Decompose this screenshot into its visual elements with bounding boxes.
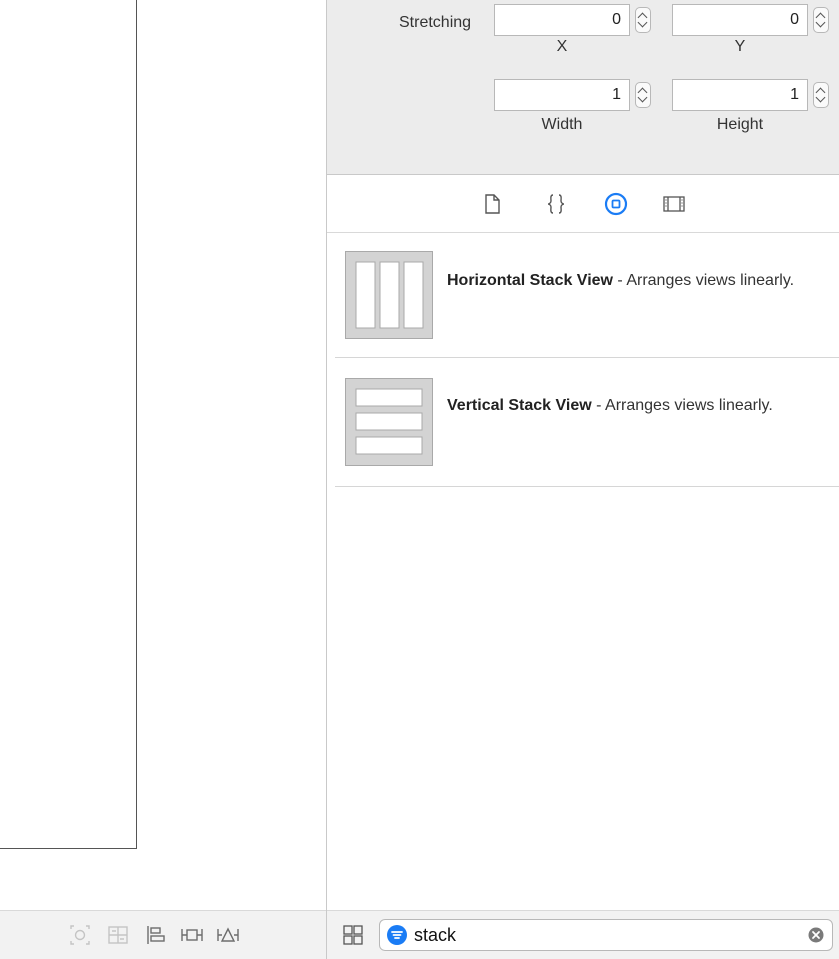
height-label: Height: [716, 116, 764, 133]
filter-input[interactable]: [414, 922, 784, 948]
canvas-toolbar: [0, 910, 326, 959]
stretch-y-stepper[interactable]: [813, 7, 829, 33]
media-library-tab[interactable]: [661, 191, 687, 217]
braces-icon: [547, 194, 565, 214]
grid-view-toggle[interactable]: [341, 923, 365, 947]
stretching-label: Stretching: [399, 14, 472, 31]
stretch-height-stepper[interactable]: [813, 82, 829, 108]
object-library-list: Horizontal Stack View - Arranges views l…: [327, 233, 839, 487]
grid-icon: [343, 925, 363, 945]
item-name: Horizontal Stack View: [447, 272, 613, 289]
stretch-width-stepper[interactable]: [635, 82, 651, 108]
width-label: Width: [541, 116, 583, 133]
embed-in-stack-icon[interactable]: [106, 923, 130, 947]
item-separator: -: [591, 397, 606, 414]
scene-frame[interactable]: [0, 0, 137, 849]
stretching-inspector: Stretching 0 X 0 Y 1 Width 1 Height: [327, 0, 839, 175]
stretch-y-field[interactable]: 0: [672, 4, 808, 36]
filter-search-box[interactable]: [379, 919, 833, 951]
resolve-issues-icon[interactable]: [216, 923, 240, 947]
horizontal-stack-view-icon: [345, 251, 433, 339]
item-name: Vertical Stack View: [447, 397, 592, 414]
item-description: Arranges views linearly.: [605, 397, 773, 414]
code-snippet-tab[interactable]: [543, 191, 569, 217]
list-item-vertical-stack-view[interactable]: Vertical Stack View - Arranges views lin…: [335, 358, 839, 487]
item-separator: -: [612, 272, 627, 289]
list-item-horizontal-stack-view[interactable]: Horizontal Stack View - Arranges views l…: [335, 233, 839, 358]
x-label: X: [556, 38, 568, 55]
list-item-text: Vertical Stack View - Arranges views lin…: [447, 394, 817, 418]
file-icon: [485, 194, 500, 214]
object-icon: [604, 192, 628, 216]
stretch-x-field[interactable]: 0: [494, 4, 630, 36]
item-description: Arranges views linearly.: [626, 272, 795, 289]
library-filter-bar: [327, 910, 839, 959]
canvas-area[interactable]: [0, 0, 326, 959]
add-constraints-icon[interactable]: [180, 923, 204, 947]
stretch-x-stepper[interactable]: [635, 7, 651, 33]
media-icon: [663, 196, 685, 212]
stretch-width-field[interactable]: 1: [494, 79, 630, 111]
update-frames-icon[interactable]: [68, 923, 92, 947]
y-label: Y: [734, 38, 746, 55]
object-library-tab[interactable]: [603, 191, 629, 217]
clear-icon[interactable]: [808, 927, 824, 943]
align-icon[interactable]: [144, 923, 168, 947]
stretch-height-field[interactable]: 1: [672, 79, 808, 111]
library-tab-bar: [327, 175, 839, 233]
list-item-text: Horizontal Stack View - Arranges views l…: [447, 269, 817, 293]
file-template-tab[interactable]: [479, 191, 505, 217]
vertical-stack-view-icon: [345, 378, 433, 466]
filter-icon[interactable]: [386, 924, 408, 946]
